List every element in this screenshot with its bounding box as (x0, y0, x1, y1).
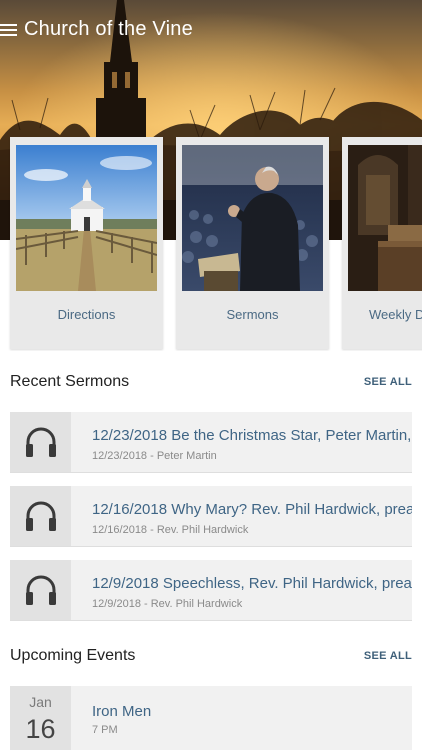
event-time: 7 PM (92, 724, 118, 736)
top-bar: Church of the Vine (0, 14, 422, 44)
feature-cards: Directions Sermons Weekly D (0, 137, 422, 351)
sermon-subtitle: 12/16/2018 - Rev. Phil Hardwick (92, 524, 249, 536)
sermon-row[interactable]: 12/16/2018 Why Mary? Rev. Phil Hardwick,… (10, 486, 412, 547)
hamburger-icon[interactable] (0, 22, 18, 36)
sermon-row[interactable]: 12/23/2018 Be the Christmas Star, Peter … (10, 412, 412, 473)
church-interior-photo (348, 145, 422, 291)
upcoming-events-header: Upcoming Events SEE ALL (10, 644, 412, 668)
sermon-subtitle: 12/23/2018 - Peter Martin (92, 450, 217, 462)
headphones-icon (10, 486, 71, 546)
headphones-icon (10, 560, 71, 620)
sermon-title: 12/23/2018 Be the Christmas Star, Peter … (92, 427, 412, 444)
event-day: 16 (25, 714, 56, 744)
event-row[interactable]: Jan 16 Iron Men 7 PM (10, 686, 412, 750)
country-church-photo (16, 145, 157, 291)
event-month: Jan (29, 694, 52, 710)
card-sermons[interactable]: Sermons (176, 137, 329, 349)
preacher-photo (182, 145, 323, 291)
see-all-sermons-link[interactable]: SEE ALL (364, 376, 412, 388)
headphones-icon (10, 412, 71, 472)
card-label: Weekly De (369, 307, 422, 322)
sermon-row[interactable]: 12/9/2018 Speechless, Rev. Phil Hardwick… (10, 560, 412, 621)
sermon-subtitle: 12/9/2018 - Rev. Phil Hardwick (92, 598, 243, 610)
sermon-title: 12/9/2018 Speechless, Rev. Phil Hardwick… (92, 575, 412, 592)
event-title: Iron Men (92, 703, 152, 720)
recent-sermons-header: Recent Sermons SEE ALL (10, 370, 412, 394)
card-directions[interactable]: Directions (10, 137, 163, 349)
section-title: Upcoming Events (10, 647, 136, 664)
event-date: Jan 16 (10, 686, 71, 750)
card-label: Directions (57, 307, 116, 322)
card-label: Sermons (226, 307, 279, 322)
see-all-events-link[interactable]: SEE ALL (364, 650, 412, 662)
sermon-title: 12/16/2018 Why Mary? Rev. Phil Hardwick,… (92, 501, 412, 518)
app-title: Church of the Vine (24, 17, 193, 40)
card-weekly[interactable]: Weekly De (342, 137, 422, 349)
section-title: Recent Sermons (10, 373, 130, 390)
